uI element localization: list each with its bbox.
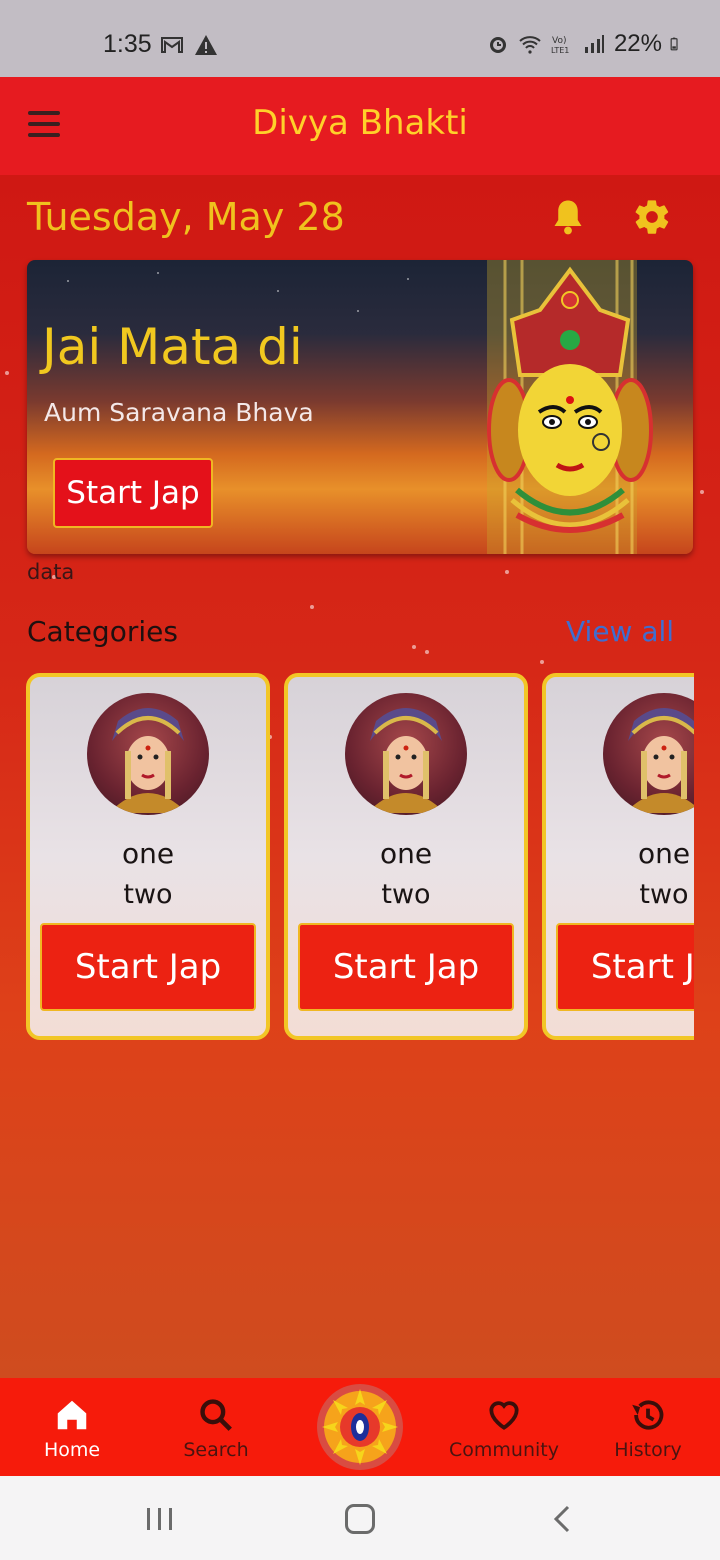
date-heading: Tuesday, May 28 <box>27 195 345 239</box>
search-icon <box>200 1399 232 1431</box>
svg-text:Vo): Vo) <box>552 36 566 46</box>
categories-title: Categories <box>27 615 178 648</box>
category-line-two: two <box>123 879 173 910</box>
category-avatar <box>345 693 467 815</box>
wifi-icon <box>519 36 541 54</box>
category-start-jap-button[interactable]: Start Jap <box>556 923 694 1011</box>
nav-community[interactable]: Community <box>434 1378 574 1476</box>
gmail-icon <box>161 37 183 53</box>
category-line-one: one <box>121 837 175 870</box>
back-icon[interactable] <box>550 1504 574 1534</box>
category-line-one: one <box>637 837 691 870</box>
sun-logo-icon[interactable] <box>317 1384 403 1470</box>
status-time: 1:35 <box>103 30 152 58</box>
history-icon <box>632 1400 664 1430</box>
heart-icon <box>489 1401 519 1430</box>
nav-history-label: History <box>614 1439 682 1461</box>
system-navigation-bar <box>0 1476 720 1560</box>
hero-banner: Jai Mata di Aum Saravana Bhava Start Jap <box>27 260 693 554</box>
category-line-one: one <box>379 837 433 870</box>
warning-icon <box>195 35 217 55</box>
main-content[interactable]: Tuesday, May 28 Jai Mata di Aum Saravana… <box>0 175 720 1378</box>
category-avatar <box>603 693 694 815</box>
home-icon <box>57 1400 87 1430</box>
data-label: data <box>27 560 75 584</box>
category-start-jap-button[interactable]: Start Jap <box>40 923 256 1011</box>
goddess-portrait-image <box>625 708 694 813</box>
category-card[interactable]: one two Start Jap <box>26 673 270 1040</box>
goddess-portrait-image <box>367 708 445 813</box>
app-title: Divya Bhakti <box>252 103 468 143</box>
nav-search[interactable]: Search <box>146 1378 286 1476</box>
bottom-navigation: Home Search Community History <box>0 1378 720 1476</box>
svg-text:LTE1: LTE1 <box>551 46 569 55</box>
status-bar: 1:35 Vo) LTE1 22% <box>0 0 720 77</box>
system-home-icon[interactable] <box>345 1504 375 1534</box>
category-start-jap-button[interactable]: Start Jap <box>298 923 514 1011</box>
goddess-portrait-image <box>109 708 187 813</box>
nav-community-label: Community <box>449 1439 559 1461</box>
bell-icon[interactable] <box>550 197 586 237</box>
categories-carousel[interactable]: one two Start Jap one two Start Jap one … <box>26 673 694 1043</box>
nav-home[interactable]: Home <box>2 1378 142 1476</box>
category-card[interactable]: one two Start Jap <box>284 673 528 1040</box>
nav-search-label: Search <box>183 1439 249 1461</box>
volte-icon: Vo)LTE1 <box>551 36 569 55</box>
alarm-icon <box>489 37 506 53</box>
nav-history[interactable]: History <box>578 1378 718 1476</box>
category-avatar <box>87 693 209 815</box>
category-line-two: two <box>639 879 689 910</box>
battery-icon <box>670 37 678 51</box>
hero-title: Jai Mata di <box>42 318 303 376</box>
view-all-link[interactable]: View all <box>566 615 674 648</box>
hero-subtitle: Aum Saravana Bhava <box>44 398 314 427</box>
app-bar: Divya Bhakti <box>0 77 720 175</box>
category-card[interactable]: one two Start Jap <box>542 673 694 1040</box>
category-line-two: two <box>381 879 431 910</box>
goddess-durga-image <box>487 260 653 554</box>
nav-home-label: Home <box>43 1439 101 1461</box>
signal-icon <box>584 35 604 53</box>
battery-percent: 22% <box>613 30 662 57</box>
hero-start-jap-button[interactable]: Start Jap <box>53 458 213 528</box>
gear-icon[interactable] <box>632 197 672 237</box>
recent-apps-icon[interactable] <box>145 1506 175 1532</box>
